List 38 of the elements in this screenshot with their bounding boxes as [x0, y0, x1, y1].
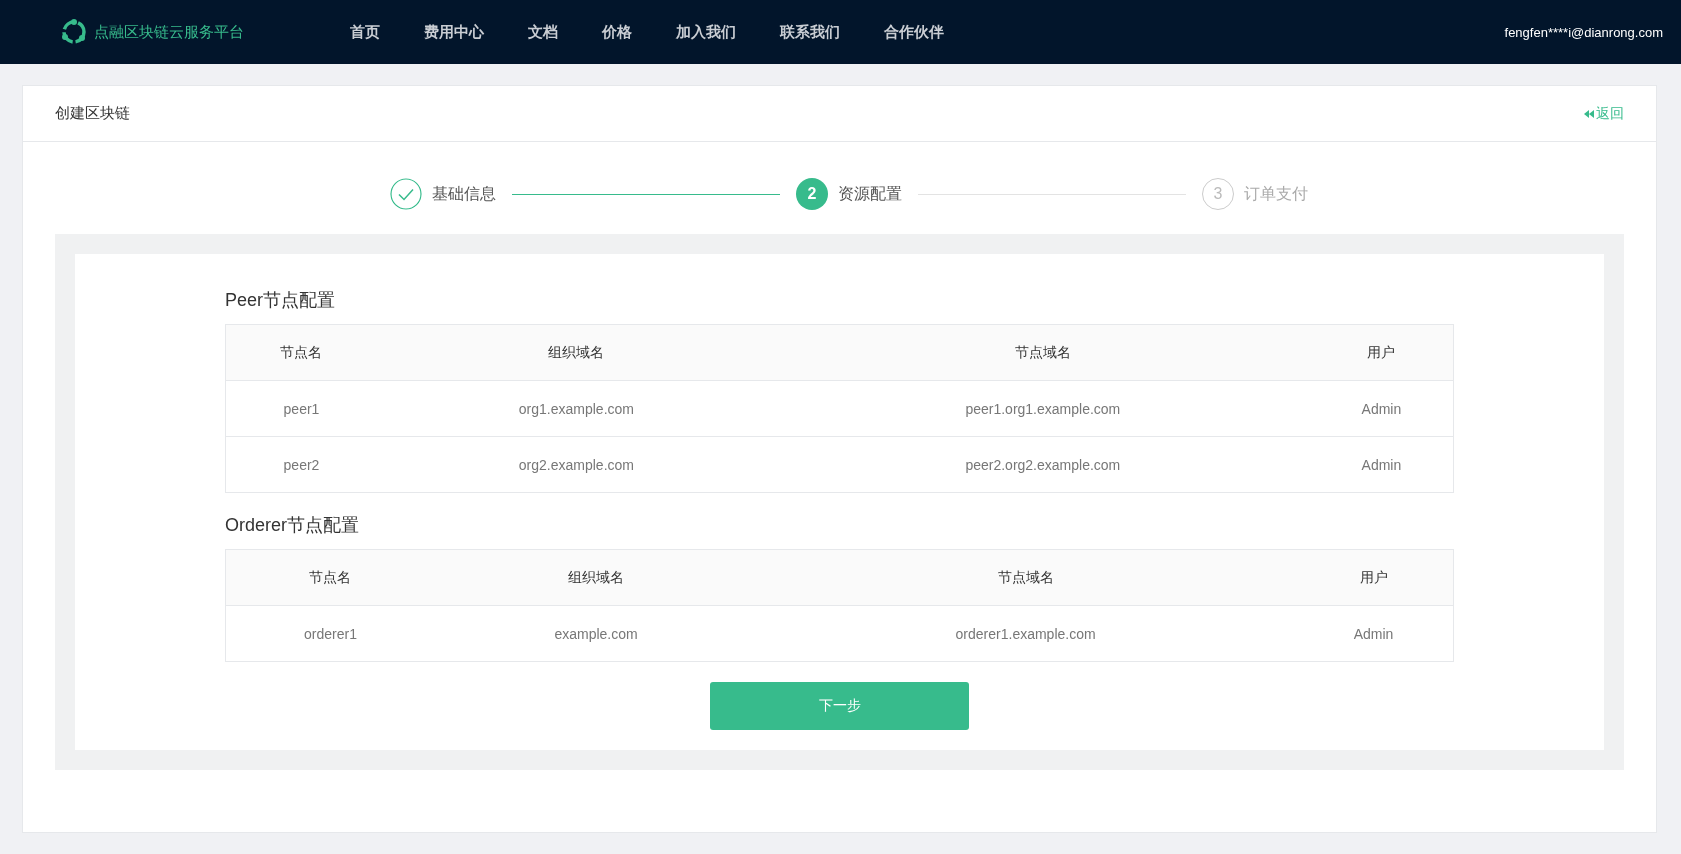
nav-link[interactable]: 加入我们: [676, 22, 736, 42]
nav-link[interactable]: 合作伙伴: [884, 22, 944, 42]
table-cell: Admin: [1294, 605, 1454, 662]
section-title: Peer节点配置: [225, 289, 337, 312]
rewind-icon: [1584, 109, 1594, 118]
column-header: 组织域名: [434, 549, 758, 606]
column-header: 节点域名: [775, 324, 1310, 381]
nav-link[interactable]: 价格: [602, 22, 632, 42]
brand-name[interactable]: 点融区块链云服务平台: [94, 22, 244, 42]
nav-link[interactable]: 联系我们: [780, 22, 840, 42]
table-cell: org2.example.com: [377, 436, 776, 493]
table-cell: peer2.org2.example.com: [775, 436, 1310, 493]
user-email[interactable]: fengfen****i@dianrong.com: [1504, 24, 1663, 40]
table-cell: example.com: [434, 605, 758, 662]
table-cell: peer1.org1.example.com: [775, 380, 1310, 437]
table-cell: orderer1.example.com: [757, 605, 1295, 662]
step-number: 2: [796, 178, 828, 210]
table-cell: Admin: [1309, 380, 1454, 437]
step-label: 基础信息: [432, 183, 496, 204]
column-header: 组织域名: [377, 324, 776, 381]
table-cell: peer2: [225, 436, 377, 493]
column-header: 节点名: [225, 549, 435, 606]
column-header: 节点域名: [757, 549, 1295, 606]
table-cell: Admin: [1309, 436, 1454, 493]
column-header: 用户: [1309, 324, 1454, 381]
table-cell: peer1: [225, 380, 377, 437]
page-title: 创建区块链: [55, 104, 130, 123]
table-cell: orderer1: [225, 605, 435, 662]
step-label: 资源配置: [838, 183, 902, 204]
column-header: 用户: [1294, 549, 1454, 606]
nav-link[interactable]: 首页: [350, 22, 380, 42]
nav-link[interactable]: 文档: [528, 22, 558, 42]
section-title: Orderer节点配置: [225, 514, 360, 537]
logo-icon: [60, 18, 88, 46]
step-label: 订单支付: [1244, 183, 1308, 204]
column-header: 节点名: [225, 324, 377, 381]
table-cell: org1.example.com: [377, 380, 776, 437]
nav-link[interactable]: 费用中心: [424, 22, 484, 42]
